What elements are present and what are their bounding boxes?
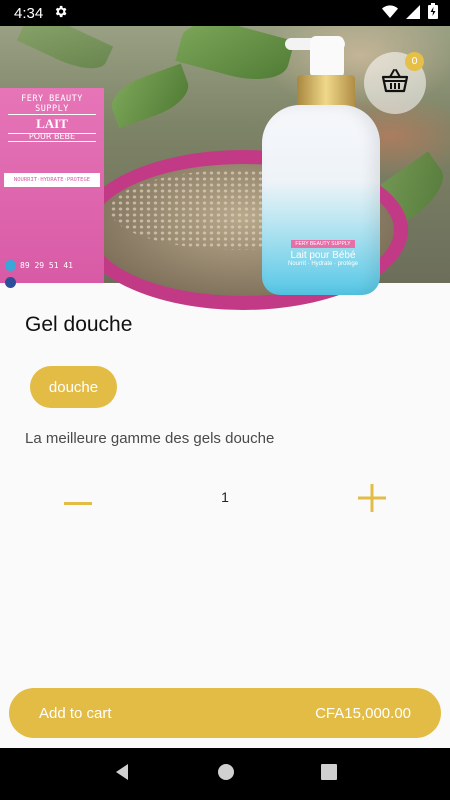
increment-button[interactable]: [352, 480, 392, 520]
bottle-pump: [310, 36, 344, 78]
sign-phone: 89 29 51 41: [5, 260, 73, 271]
category-chip[interactable]: douche: [30, 366, 117, 408]
plus-icon: [358, 484, 386, 516]
basket-icon: [381, 68, 409, 98]
gear-icon: [53, 4, 68, 23]
battery-icon: [428, 3, 438, 23]
cellular-signal-icon: [406, 4, 420, 23]
facebook-icon: [5, 277, 16, 288]
status-time: 4:34: [14, 4, 44, 22]
home-icon[interactable]: [217, 763, 235, 785]
product-price: CFA15,000.00: [315, 704, 411, 722]
sign-line2: POUR BEBE: [8, 132, 96, 142]
sign-line1: LAIT: [8, 114, 96, 134]
status-left: 4:34: [14, 4, 68, 23]
leaf-decoration: [175, 26, 295, 90]
add-to-cart-label: Add to cart: [39, 704, 112, 722]
status-bar: 4:34: [0, 0, 450, 26]
recents-icon[interactable]: [321, 764, 337, 784]
bottle-label-tagline: Nourrit · Hydrate · protège: [287, 261, 359, 267]
product-description: La meilleure gamme des gels douche: [25, 430, 275, 447]
leaf-decoration: [105, 63, 195, 129]
add-to-cart-button[interactable]: Add to cart CFA15,000.00: [9, 688, 441, 738]
cart-count-badge: 0: [405, 52, 424, 71]
status-right: [382, 3, 438, 23]
product-detail-screen: 4:34 FERY BEAUTY SUPPLY Lait pour Bébé N…: [0, 0, 450, 800]
bottle-label-brand: FERY BEAUTY SUPPLY: [291, 240, 355, 248]
sign-strip: NOURRIT·HYDRATE·PROTEGE: [4, 173, 100, 187]
minus-icon: [64, 491, 92, 510]
sign-brand: FERY BEAUTY SUPPLY: [21, 94, 83, 114]
bottle-label-name: Lait pour Bébé: [290, 250, 356, 261]
navigation-bar: [0, 748, 450, 800]
decrement-button[interactable]: [58, 480, 98, 520]
product-title: Gel douche: [25, 313, 133, 336]
leaf-decoration: [16, 26, 114, 79]
bottle-label: FERY BEAUTY SUPPLY Lait pour Bébé Nourri…: [278, 232, 368, 267]
quantity-value: 1: [221, 489, 229, 505]
sign-phone-number: 89 29 51 41: [20, 261, 73, 270]
back-icon[interactable]: [113, 763, 131, 785]
wifi-icon: [382, 4, 398, 23]
phone-icon: [5, 260, 16, 271]
